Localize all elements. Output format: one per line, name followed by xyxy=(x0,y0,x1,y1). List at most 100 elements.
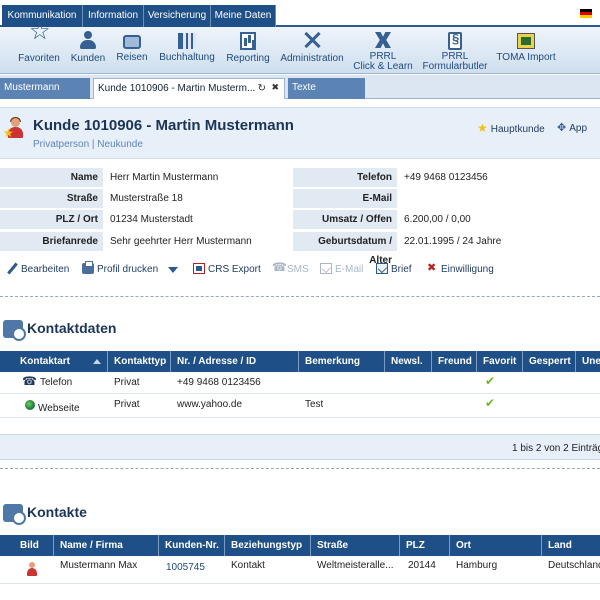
label-street: Straße xyxy=(0,189,103,208)
table-row[interactable]: Webseite Privat www.yahoo.de Test ✔ xyxy=(0,394,600,418)
cell-street: Weltmeisteralle... xyxy=(317,560,394,571)
toolbar-prrl-click-learn[interactable]: PRRL Click & Learn xyxy=(352,30,414,72)
chart-icon xyxy=(240,32,256,50)
crm-window: Kommunikation Information Versicherung M… xyxy=(0,0,600,600)
avatar-body xyxy=(27,568,37,576)
email-label: E-Mail xyxy=(335,264,364,275)
crs-export-button[interactable]: CRS Export xyxy=(193,263,261,275)
tab-texte[interactable]: Texte xyxy=(288,78,365,99)
column-blocked[interactable]: Gesperrt xyxy=(523,351,576,372)
menu-versicherung[interactable]: Versicherung xyxy=(144,5,211,27)
cell-customer-number[interactable]: 1005745 xyxy=(166,562,205,573)
consent-label: Einwilligung xyxy=(441,264,494,275)
customer-subtitle: Privatperson | Neukunde xyxy=(33,139,143,150)
page-title: Kunde 1010906 - Martin Mustermann xyxy=(33,117,294,134)
toolbar-label: TOMA Import xyxy=(496,52,556,63)
crs-export-label: CRS Export xyxy=(208,264,261,275)
table-row[interactable]: Mustermann Max 1005745 Kontakt Weltmeist… xyxy=(0,556,600,584)
column-kontakttyp[interactable]: Kontakttyp xyxy=(108,351,171,372)
section-divider xyxy=(0,468,600,469)
label-phone: Telefon xyxy=(293,168,397,187)
top-menu: Kommunikation Information Versicherung M… xyxy=(0,0,600,27)
value-street: Musterstraße 18 xyxy=(110,193,183,204)
contact-data-title: Kontaktdaten xyxy=(27,320,117,336)
tab-mustermann[interactable]: Mustermann xyxy=(0,78,90,99)
toolbar-label: Reisen xyxy=(116,52,148,63)
menu-meine-daten[interactable]: Meine Daten xyxy=(211,5,276,27)
label-revenue: Umsatz / Offen xyxy=(293,210,397,229)
prrl-form-icon xyxy=(448,32,462,50)
app-link[interactable]: ✥ App xyxy=(557,121,587,134)
contacts-title: Kontakte xyxy=(27,504,87,520)
column-street[interactable]: Straße xyxy=(311,535,400,556)
column-unsubscribed[interactable]: Une xyxy=(576,351,600,372)
cell-note: Test xyxy=(305,399,324,410)
value-name: Herr Martin Mustermann xyxy=(110,172,219,183)
sms-button[interactable]: SMS xyxy=(272,260,309,275)
table-row[interactable]: Telefon Privat +49 9468 0123456 ✔ xyxy=(0,372,600,394)
customer-avatar: ★ xyxy=(3,117,26,140)
print-profile-button[interactable]: Profil drucken xyxy=(82,261,159,275)
more-dropdown-button[interactable] xyxy=(168,266,181,277)
letter-button[interactable]: Brief xyxy=(376,263,412,275)
toolbar-label: Favoriten xyxy=(18,53,60,64)
toolbar-reisen[interactable]: Reisen xyxy=(114,30,150,63)
column-newsletter[interactable]: Newsl. xyxy=(385,351,432,372)
toolbar-favoriten[interactable]: Favoriten xyxy=(18,26,60,64)
telephone-icon xyxy=(22,374,37,388)
german-flag-icon[interactable] xyxy=(580,9,592,18)
column-kontaktart[interactable]: Kontaktart xyxy=(0,351,108,372)
cell-name: Mustermann Max xyxy=(60,560,138,571)
column-customer-number[interactable]: Kunden-Nr. xyxy=(159,535,225,556)
column-country[interactable]: Land xyxy=(542,535,600,556)
star-icon xyxy=(28,26,51,50)
toolbar-buchhaltung[interactable]: Buchhaltung xyxy=(158,30,216,63)
value-phone: +49 9468 0123456 xyxy=(404,172,488,183)
edit-button[interactable]: Bearbeiten xyxy=(6,263,69,275)
sort-asc-icon xyxy=(93,359,101,364)
section-divider xyxy=(0,296,600,297)
favorite-star-icon: ★ xyxy=(3,126,14,140)
column-label: Kontaktart xyxy=(20,356,71,367)
column-friend[interactable]: Freund xyxy=(432,351,477,372)
column-picture[interactable]: Bild xyxy=(0,535,54,556)
column-name[interactable]: Name / Firma xyxy=(54,535,159,556)
favorite-check-icon: ✔ xyxy=(485,374,496,388)
cell-kind: Telefon xyxy=(40,377,73,388)
email-button[interactable]: E-Mail xyxy=(320,263,363,275)
cell-kind: Webseite xyxy=(38,403,80,414)
refresh-icon[interactable]: ↻ xyxy=(258,79,266,98)
toolbar-toma-import[interactable]: TOMA Import xyxy=(496,30,556,63)
column-zip[interactable]: PLZ xyxy=(400,535,450,556)
cell-type: Privat xyxy=(114,377,140,388)
close-icon[interactable]: ✖ xyxy=(271,79,279,98)
cell-type: Privat xyxy=(114,399,140,410)
menu-information[interactable]: Information xyxy=(83,5,144,27)
toolbar-reporting[interactable]: Reporting xyxy=(224,30,272,64)
favorite-check-icon: ✔ xyxy=(485,396,496,410)
value-birthdate: 22.01.1995 / 24 Jahre xyxy=(404,236,502,247)
label-email: E-Mail xyxy=(293,189,397,208)
contact-data-icon xyxy=(3,320,26,341)
caret-down-icon xyxy=(168,267,178,273)
print-profile-label: Profil drucken xyxy=(97,264,159,275)
cell-value: www.yahoo.de xyxy=(177,399,243,410)
consent-button[interactable]: Einwilligung xyxy=(426,261,494,275)
toolbar-prrl-formularbutler[interactable]: PRRL Formularbutler xyxy=(422,30,488,72)
printer-icon xyxy=(82,261,94,274)
toolbar-label-line2: Click & Learn xyxy=(353,61,413,72)
toolbar-kunden[interactable]: Kunden xyxy=(68,30,108,64)
tab-kunde-1010906[interactable]: Kunde 1010906 - Martin Musterm... ↻ ✖ xyxy=(93,78,285,99)
column-remark[interactable]: Bemerkung xyxy=(299,351,385,372)
column-city[interactable]: Ort xyxy=(450,535,542,556)
globe-icon xyxy=(25,400,35,410)
toolbar-label: Kunden xyxy=(70,53,106,64)
toma-icon xyxy=(517,33,535,49)
envelope-icon xyxy=(320,263,332,274)
cell-relation: Kontakt xyxy=(231,560,265,571)
column-relation[interactable]: Beziehungstyp xyxy=(225,535,311,556)
toolbar-administration[interactable]: Administration xyxy=(280,30,344,64)
main-customer-link[interactable]: ★ Hauptkunde xyxy=(477,121,545,135)
column-favorite[interactable]: Favorit xyxy=(477,351,523,372)
column-address[interactable]: Nr. / Adresse / ID xyxy=(171,351,299,372)
